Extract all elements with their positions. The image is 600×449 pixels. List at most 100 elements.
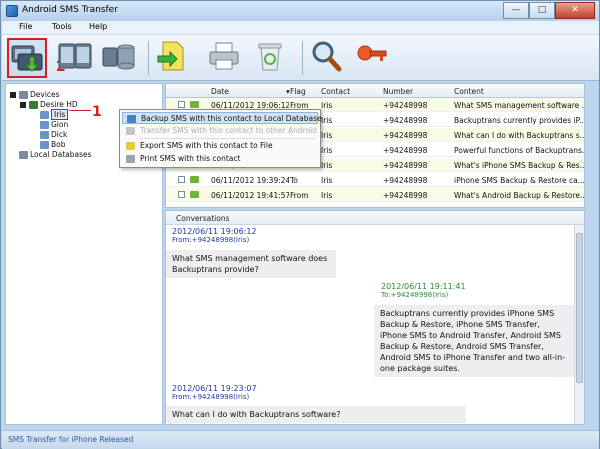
row-checkbox[interactable] xyxy=(178,176,185,183)
table-cell: What's Android Backup & Restore... xyxy=(454,191,584,200)
window-title: Android SMS Transfer xyxy=(22,5,118,15)
table-cell: +94248998 xyxy=(383,131,428,140)
table-row[interactable]: 06/11/2012 19:41:57 From Iris +94248998 What… xyxy=(166,188,584,202)
table-cell: +94248998 xyxy=(383,116,428,125)
app-window: Android SMS Transfer — □ ✕ File Tools He… xyxy=(0,0,600,449)
contact-icon xyxy=(40,141,49,149)
close-button[interactable]: ✕ xyxy=(555,2,595,19)
android-phone-icon xyxy=(29,101,38,109)
backup-to-database-menu-item[interactable]: Backup SMS with this contact to Local Da… xyxy=(122,112,322,124)
transfer-between-phones-button[interactable] xyxy=(56,38,96,78)
phone-to-database-icon xyxy=(11,45,43,72)
transfer-to-database-button[interactable] xyxy=(7,38,47,78)
row-checkbox[interactable] xyxy=(178,101,185,108)
menu-bar: File Tools Help xyxy=(2,21,599,35)
incoming-message-bubble: What can I do with Backuptrans software? xyxy=(166,406,466,423)
table-cell: Iris xyxy=(321,146,333,155)
step-one-label: 1 xyxy=(92,104,102,120)
print-button[interactable] xyxy=(206,38,246,78)
tree-item-local-databases[interactable]: Local Databases xyxy=(10,150,92,160)
database-icon xyxy=(102,44,135,70)
column-content[interactable]: Content xyxy=(454,87,484,96)
incoming-message-bubble: What SMS management software does Backup… xyxy=(166,250,336,278)
search-icon xyxy=(312,41,342,72)
message-icon xyxy=(190,101,199,108)
table-cell: 06/11/2012 19:41:57 xyxy=(211,191,289,200)
message-icon xyxy=(190,191,199,198)
phone-icon xyxy=(126,127,135,135)
window-controls: — □ ✕ xyxy=(503,2,595,19)
contact-icon xyxy=(40,131,49,139)
contact-icon xyxy=(40,121,49,129)
tree-item-contact[interactable]: Gion xyxy=(40,120,68,130)
maximize-button[interactable]: □ xyxy=(529,2,555,19)
grid-header: Date ▾ Flag Contact Number Content xyxy=(166,84,584,98)
contact-icon xyxy=(40,111,49,119)
printer-icon xyxy=(209,42,239,70)
export-file-icon xyxy=(126,142,135,150)
table-row[interactable]: 06/11/2012 19:39:24 To Iris +94248998 iPhone… xyxy=(166,173,584,187)
column-date[interactable]: Date xyxy=(211,87,229,96)
table-cell: What can I do with Backuptrans s... xyxy=(454,131,584,140)
table-cell: Iris xyxy=(321,131,333,140)
outgoing-message-bubble: Backuptrans currently provides iPhone SM… xyxy=(374,305,574,377)
search-button[interactable] xyxy=(308,38,348,78)
conversation-title: Conversations xyxy=(176,214,230,223)
conversation-panel: Conversations 2012/06/11 19:06:12 From:+… xyxy=(165,210,585,425)
delete-button[interactable] xyxy=(252,38,292,78)
menu-tools[interactable]: Tools xyxy=(52,22,72,31)
database-manage-button[interactable] xyxy=(100,38,140,78)
print-menu-item[interactable]: Print SMS with this contact xyxy=(122,153,318,165)
table-cell: +94248998 xyxy=(383,176,428,185)
minimize-button[interactable]: — xyxy=(503,2,529,19)
toolbar: 2 xyxy=(2,35,599,81)
row-checkbox[interactable] xyxy=(178,191,185,198)
tree-item-contact[interactable]: Dick xyxy=(40,130,67,140)
table-cell: +94248998 xyxy=(383,146,428,155)
table-cell: +94248998 xyxy=(383,161,428,170)
database-icon xyxy=(19,151,28,159)
table-cell: What's iPhone SMS Backup & Res... xyxy=(454,161,584,170)
step-one-pointer xyxy=(69,110,91,111)
message-meta: 2012/06/11 19:11:41 To:+94248998(Iris) xyxy=(381,282,466,299)
export-file-icon xyxy=(157,41,184,71)
table-cell: +94248998 xyxy=(383,101,428,110)
status-message[interactable]: SMS Transfer for iPhone Released xyxy=(8,435,133,444)
tree-item-contact[interactable]: Iris xyxy=(40,109,69,120)
export-button[interactable] xyxy=(154,38,194,78)
message-meta: 2012/06/11 19:23:07 From:+94248998(Iris) xyxy=(172,384,257,401)
tree-item-contact[interactable]: Bob xyxy=(40,140,66,150)
conversation-scrollbar[interactable] xyxy=(574,225,584,424)
contact-context-menu: Backup SMS with this contact to Local Da… xyxy=(119,109,322,168)
table-cell: What SMS management software ... xyxy=(454,101,584,110)
scrollbar-thumb[interactable] xyxy=(576,233,583,383)
menu-help[interactable]: Help xyxy=(89,22,107,31)
export-to-file-menu-item[interactable]: Export SMS with this contact to File xyxy=(122,140,318,152)
table-cell: Iris xyxy=(321,191,333,200)
transfer-to-android-menu-item[interactable]: Transfer SMS with this contact to other … xyxy=(122,125,318,137)
column-contact[interactable]: Contact xyxy=(321,87,350,96)
table-cell: From xyxy=(290,191,309,200)
printer-icon xyxy=(126,155,135,163)
expander-icon[interactable] xyxy=(20,102,26,108)
key-icon xyxy=(357,45,387,61)
table-cell: Iris xyxy=(321,161,333,170)
message-meta: 2012/06/11 19:06:12 From:+94248998(Iris) xyxy=(172,227,257,244)
recycle-bin-icon xyxy=(258,43,282,71)
status-bar: SMS Transfer for iPhone Released xyxy=(2,430,599,449)
tree-item-devices[interactable]: Devices xyxy=(10,90,60,100)
menu-separator xyxy=(140,138,316,139)
register-button[interactable] xyxy=(354,38,394,78)
conversation-header: Conversations xyxy=(166,211,584,225)
table-cell: +94248998 xyxy=(383,191,428,200)
menu-file[interactable]: File xyxy=(19,22,32,31)
tree-item-device[interactable]: Desire HD xyxy=(20,100,78,110)
column-flag[interactable]: Flag xyxy=(290,87,306,96)
table-cell: Iris xyxy=(321,101,333,110)
phone-to-phone-icon xyxy=(58,43,92,69)
table-cell: 06/11/2012 19:39:24 xyxy=(211,176,289,185)
expander-icon[interactable] xyxy=(10,92,16,98)
table-cell: Iris xyxy=(321,176,333,185)
toolbar-separator xyxy=(148,41,149,75)
column-number[interactable]: Number xyxy=(383,87,413,96)
